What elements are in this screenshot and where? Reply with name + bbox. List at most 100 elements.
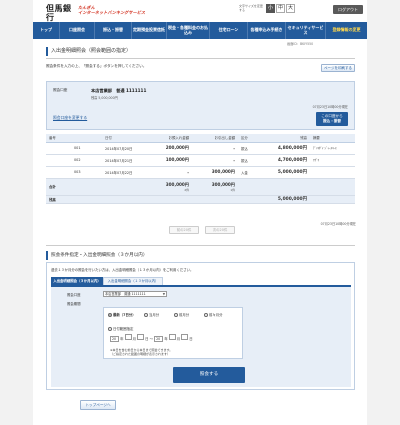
row-memo bbox=[310, 166, 355, 179]
font-size-large-button[interactable]: 大 bbox=[286, 4, 295, 13]
from-year-select[interactable]: 20 bbox=[110, 336, 119, 342]
instruction-text: 照会条件を入力の上、「照会する」ボタンを押してください。 bbox=[46, 64, 147, 68]
radio-this-month-label: 当月分 bbox=[149, 313, 160, 317]
to-year-value: 20 bbox=[156, 337, 161, 341]
service-name-line2: インターネットバンキングサービス bbox=[78, 10, 146, 15]
row-date: 2014年07月21日 bbox=[102, 154, 146, 167]
submit-inquiry-button[interactable]: 照会する bbox=[173, 367, 245, 383]
radio-two-months-ago-label: 前々月分 bbox=[209, 313, 223, 317]
balance-empty bbox=[102, 195, 146, 204]
radio-two-months-ago[interactable]: 前々月分 bbox=[204, 312, 223, 317]
radio-last-month-label: 前月分 bbox=[179, 313, 190, 317]
table-row: 003 2014年07月22日 - 300,000円 入金 5,000,000円 bbox=[46, 166, 355, 179]
condition-note: 過去１３か月分の照会を行いたい方は、入出金明細照会（１３か月以内）をご利用くださ… bbox=[51, 268, 194, 272]
balance-empty bbox=[192, 195, 238, 204]
nav-transfer[interactable]: 振込・振替 bbox=[94, 22, 131, 39]
balance-row-label: 残高 bbox=[46, 195, 102, 204]
change-account-link[interactable]: 照会口座を変更する bbox=[53, 115, 87, 121]
row-kind: 振込 bbox=[238, 142, 260, 155]
row-no: 002 bbox=[46, 154, 102, 167]
row-balance: 5,000,000円 bbox=[260, 166, 310, 179]
account-summary: 照会口座 本店営業部 普通 1111111 残高 5,000,000円 07月2… bbox=[46, 81, 355, 130]
col-memo: 摘要 bbox=[310, 134, 355, 143]
radio-last-month[interactable]: 前月分 bbox=[174, 312, 189, 317]
row-deposit: 200,000円 bbox=[146, 142, 192, 155]
sum-empty bbox=[238, 178, 260, 196]
font-size-label: 文字サイズを変更する bbox=[239, 4, 263, 12]
screen-id: 画面ID：BKIY550 bbox=[287, 42, 314, 46]
col-withdraw: お引出し金額 bbox=[192, 134, 238, 143]
to-year-select[interactable]: 20 bbox=[154, 336, 164, 342]
day-unit: 日 bbox=[145, 337, 149, 341]
radio-this-month[interactable]: 当月分 bbox=[144, 312, 159, 317]
tab-13-months[interactable]: 入出金明細照会（１３か月以内） bbox=[103, 277, 163, 285]
row-withdraw: 300,000円 bbox=[192, 166, 238, 179]
transaction-table: 番号 日付 お預入れ金額 お引出し金額 区分 残高 摘要 001 2014年07… bbox=[46, 134, 355, 204]
divider bbox=[46, 58, 355, 59]
prev-20-button[interactable]: 前の20件 bbox=[169, 226, 199, 234]
nav-security[interactable]: セキュリティサービス bbox=[285, 22, 325, 39]
account-value: 本店営業部 普通 1111111 bbox=[91, 88, 147, 93]
radio-icon bbox=[204, 313, 208, 317]
tab-3-months[interactable]: 入出金明細照会（３か月以内） bbox=[51, 277, 103, 285]
row-withdraw: - bbox=[192, 142, 238, 155]
table-row: 002 2014年07月21日 100,000円 - 振込 4,700,000円… bbox=[46, 154, 355, 167]
transfer-from-account-button[interactable]: この口座から 振込・振替 bbox=[316, 112, 348, 126]
page-title: 入出金明細照会（照会範囲の指定） bbox=[46, 47, 355, 56]
col-date: 日付 bbox=[102, 134, 146, 143]
sum-deposit-value: 300,000円 bbox=[165, 181, 189, 187]
print-page-button[interactable]: ページを印刷する bbox=[321, 64, 355, 72]
next-20-button[interactable]: 次の20件 bbox=[205, 226, 235, 234]
row-deposit: 100,000円 bbox=[146, 154, 192, 167]
nav-account-inquiry[interactable]: 口座照会 bbox=[59, 22, 94, 39]
account-as-of: 07月23日10時00分現在 bbox=[312, 105, 348, 109]
radio-latest[interactable]: 最新（7日分） bbox=[108, 312, 136, 317]
back-to-top-button[interactable]: トップページへ bbox=[80, 400, 116, 410]
date-range-note: ※本日を含む前日から本日まで照会できます。 （ご指定された範囲の明細が表示されま… bbox=[110, 348, 172, 356]
nav-tax-payment[interactable]: 税金・各種料金のお払込み bbox=[166, 22, 209, 39]
chevron-down-icon: ▼ bbox=[162, 292, 165, 296]
nav-applications[interactable]: 各種申込み手続き bbox=[247, 22, 285, 39]
row-date: 2014年07月20日 bbox=[102, 142, 146, 155]
row-deposit: - bbox=[146, 166, 192, 179]
service-name: たんぎん インターネットバンキングサービス bbox=[78, 5, 145, 15]
radio-date-range[interactable]: 日付範囲指定 bbox=[108, 326, 133, 331]
table-as-of: 07月23日10時00分現在 bbox=[320, 222, 356, 226]
page-frame: 但馬銀行 TAJIMA BANK たんぎん インターネットバンキングサービス 文… bbox=[33, 0, 367, 425]
from-day-select[interactable] bbox=[137, 334, 145, 340]
bank-logo[interactable]: 但馬銀行 TAJIMA BANK bbox=[46, 4, 74, 27]
radio-latest-label: 最新（7日分） bbox=[113, 313, 136, 317]
nav-top[interactable]: トップ bbox=[33, 22, 59, 39]
row-balance: 4,800,000円 bbox=[260, 142, 310, 155]
account-select[interactable]: 本店営業部 普通 1111111 ▼ bbox=[103, 291, 167, 297]
nav-registration-change[interactable]: 登録情報の変更 bbox=[325, 22, 367, 39]
col-no: 番号 bbox=[46, 134, 102, 143]
font-size-medium-button[interactable]: 中 bbox=[276, 4, 285, 13]
row-withdraw: - bbox=[192, 154, 238, 167]
header: 但馬銀行 TAJIMA BANK たんぎん インターネットバンキングサービス 文… bbox=[33, 0, 367, 27]
from-month-select[interactable] bbox=[124, 334, 132, 340]
from-year-value: 20 bbox=[112, 337, 117, 341]
table-header-row: 番号 日付 お預入れ金額 お引出し金額 区分 残高 摘要 bbox=[46, 134, 355, 143]
row-kind: 振込 bbox=[238, 154, 260, 167]
col-balance: 残高 bbox=[260, 134, 310, 143]
month-unit: 月 bbox=[132, 337, 137, 341]
balance-row-value: 5,000,000円 bbox=[260, 195, 310, 204]
sum-withdraw-count: 1件 bbox=[230, 187, 235, 192]
col-kind: 区分 bbox=[238, 134, 260, 143]
to-month-select[interactable] bbox=[168, 334, 176, 340]
day-unit: 日 bbox=[189, 337, 193, 341]
section-title: 照会条件指定・入出金明細照会（３か月以内） bbox=[46, 251, 355, 260]
nav-time-deposit[interactable]: 定期預金投資信託 bbox=[131, 22, 166, 39]
font-size-small-button[interactable]: 小 bbox=[266, 4, 275, 13]
year-unit: 年 bbox=[164, 337, 168, 341]
row-balance: 4,700,000円 bbox=[260, 154, 310, 167]
radio-icon bbox=[144, 313, 148, 317]
logout-button[interactable]: ログアウト bbox=[333, 5, 363, 14]
divider bbox=[46, 245, 355, 246]
sum-empty bbox=[310, 178, 355, 196]
row-kind: 入金 bbox=[238, 166, 260, 179]
nav-housing-loan[interactable]: 住宅ローン bbox=[209, 22, 247, 39]
bank-name: 但馬銀行 bbox=[46, 3, 72, 22]
to-day-select[interactable] bbox=[181, 334, 189, 340]
